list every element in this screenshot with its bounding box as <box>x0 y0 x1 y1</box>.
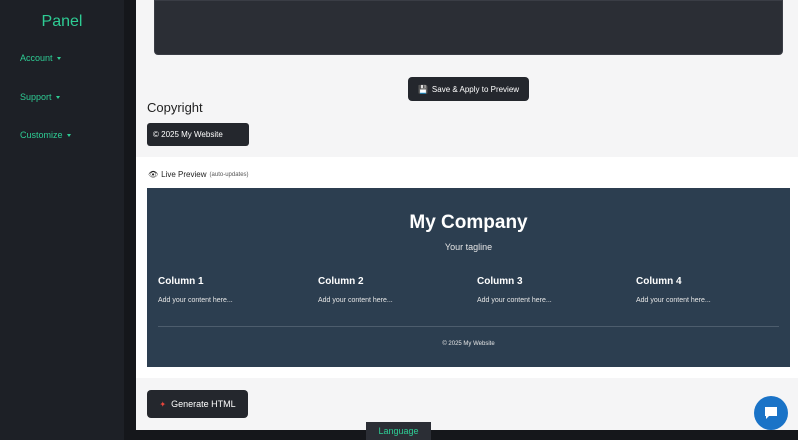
sidebar-item-support[interactable]: Support <box>20 92 60 102</box>
generate-html-label: Generate HTML <box>171 399 236 409</box>
preview-heading: 👁 Live Preview (auto-updates) <box>148 170 249 179</box>
sidebar: Panel Account Support Customize <box>0 0 124 440</box>
preview-divider <box>158 326 779 327</box>
caret-down-icon <box>66 134 71 138</box>
language-tab[interactable]: Language <box>366 422 431 440</box>
sidebar-item-label: Support <box>20 92 52 102</box>
generate-html-button[interactable]: ✦ Generate HTML <box>147 390 248 418</box>
column-text: Add your content here... <box>477 297 552 304</box>
preview-company-name: My Company <box>409 212 528 233</box>
preview-footer-text: © 2025 My Website <box>442 341 495 347</box>
column-heading: Column 1 <box>158 276 204 287</box>
sidebar-item-account[interactable]: Account <box>20 53 61 63</box>
bottom-bar <box>124 430 798 440</box>
sidebar-gutter <box>124 0 136 440</box>
column-heading: Column 2 <box>318 276 364 287</box>
save-icon: 💾 <box>417 84 428 94</box>
caret-down-icon <box>56 57 61 61</box>
copyright-input[interactable]: © 2025 My Website <box>147 123 249 146</box>
eye-icon: 👁 <box>148 170 159 179</box>
chat-launcher-button[interactable] <box>754 396 788 430</box>
column-heading: Column 4 <box>636 276 682 287</box>
preview-tagline: Your tagline <box>444 242 493 252</box>
column-heading: Column 3 <box>477 276 523 287</box>
preview-subtitle: (auto-updates) <box>209 171 249 178</box>
preview-title: Live Preview <box>161 170 207 179</box>
caret-down-icon <box>55 96 60 100</box>
main-content: 💾 Save & Apply to Preview Copyright © 20… <box>136 0 798 430</box>
preview-column: Column 2 Add your content here... <box>318 276 468 304</box>
preview-column: Column 4 Add your content here... <box>636 276 786 304</box>
column-text: Add your content here... <box>318 297 393 304</box>
column-text: Add your content here... <box>636 297 711 304</box>
save-apply-label: Save & Apply to Preview <box>431 84 520 94</box>
preview-panel: 👁 Live Preview (auto-updates) My Company… <box>136 157 798 378</box>
sidebar-item-label: Customize <box>20 130 63 140</box>
brand-title: Panel <box>41 13 83 30</box>
save-apply-button[interactable]: 💾 Save & Apply to Preview <box>408 77 529 101</box>
preview-frame: My Company Your tagline Column 1 Add you… <box>147 188 790 367</box>
rocket-icon: ✦ <box>159 399 167 409</box>
sidebar-item-customize[interactable]: Customize <box>20 130 71 140</box>
code-textarea[interactable] <box>154 0 783 55</box>
chat-bubble-icon <box>765 407 777 419</box>
preview-column: Column 3 Add your content here... <box>477 276 627 304</box>
preview-column: Column 1 Add your content here... <box>158 276 308 304</box>
column-text: Add your content here... <box>158 297 233 304</box>
sidebar-item-label: Account <box>20 53 53 63</box>
copyright-label: Copyright <box>147 100 203 115</box>
